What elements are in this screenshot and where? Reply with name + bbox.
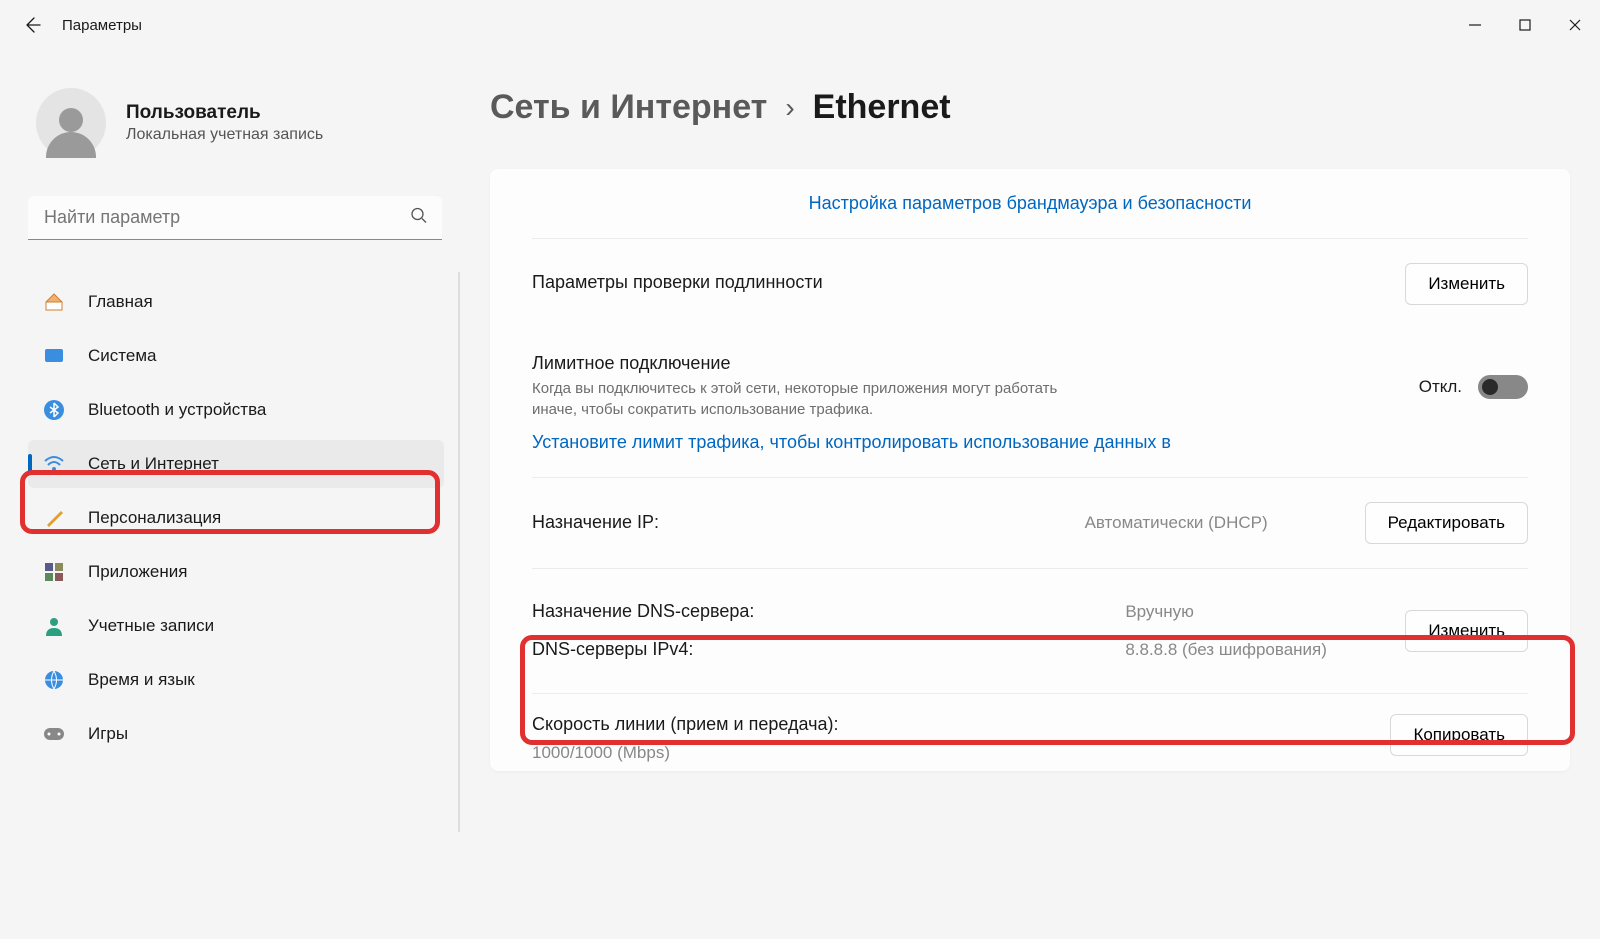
speed-value: 1000/1000 (Mbps) (532, 743, 1390, 763)
home-icon (42, 290, 66, 314)
breadcrumb-parent[interactable]: Сеть и Интернет (490, 88, 767, 127)
breadcrumb-current: Ethernet (813, 88, 951, 127)
nav-gaming[interactable]: Игры (28, 710, 444, 758)
system-icon (42, 344, 66, 368)
nav-label: Учетные записи (88, 616, 214, 636)
main-content: Сеть и Интернет › Ethernet Настройка пар… (460, 50, 1600, 939)
nav-label: Приложения (88, 562, 187, 582)
brush-icon (42, 506, 66, 530)
metered-title: Лимитное подключение (532, 353, 1399, 374)
back-button[interactable] (20, 13, 44, 37)
app-title: Параметры (62, 17, 142, 34)
nav-label: Главная (88, 292, 153, 312)
arrow-left-icon (22, 15, 42, 35)
avatar (36, 88, 106, 158)
metered-row: Лимитное подключение Когда вы подключите… (532, 329, 1528, 424)
search-icon (410, 207, 428, 230)
dns-value1: Вручную (1125, 593, 1385, 630)
minimize-icon (1468, 18, 1482, 32)
close-icon (1568, 18, 1582, 32)
ip-value: Автоматически (DHCP) (1085, 504, 1345, 541)
minimize-button[interactable] (1450, 0, 1500, 50)
dns-label1: Назначение DNS-сервера: (532, 593, 1105, 631)
nav-label: Время и язык (88, 670, 195, 690)
titlebar: Параметры (0, 0, 1600, 50)
auth-title: Параметры проверки подлинности (532, 272, 1385, 293)
search-box (28, 196, 442, 240)
dns-label2: DNS-серверы IPv4: (532, 631, 1105, 669)
person-icon (42, 614, 66, 638)
data-limit-link[interactable]: Установите лимит трафика, чтобы контроли… (532, 424, 1528, 477)
nav-label: Система (88, 346, 156, 366)
search-input[interactable] (28, 196, 442, 240)
nav-home[interactable]: Главная (28, 278, 444, 326)
nav-list: Главная Система Bluetooth и устройства С… (28, 272, 460, 832)
maximize-button[interactable] (1500, 0, 1550, 50)
nav-apps[interactable]: Приложения (28, 548, 444, 596)
dns-value2: 8.8.8.8 (без шифрования) (1125, 631, 1385, 668)
globe-icon (42, 668, 66, 692)
maximize-icon (1518, 18, 1532, 32)
speed-title: Скорость линии (прием и передача): (532, 714, 1390, 735)
dns-edit-button[interactable]: Изменить (1405, 610, 1528, 652)
toggle-thumb (1482, 379, 1498, 395)
wifi-icon (42, 452, 66, 476)
user-name: Пользователь (126, 102, 323, 124)
nav-label: Персонализация (88, 508, 221, 528)
gamepad-icon (42, 722, 66, 746)
nav-label: Сеть и Интернет (88, 454, 219, 474)
breadcrumb: Сеть и Интернет › Ethernet (490, 88, 1570, 127)
auth-row: Параметры проверки подлинности Изменить (532, 238, 1528, 329)
nav-network[interactable]: Сеть и Интернет (28, 440, 444, 488)
chevron-right-icon: › (785, 92, 794, 124)
nav-personalization[interactable]: Персонализация (28, 494, 444, 542)
toggle-label: Откл. (1419, 377, 1462, 397)
settings-panel: Настройка параметров брандмауэра и безоп… (490, 169, 1570, 771)
ip-label: Назначение IP: (532, 504, 1065, 542)
nav-bluetooth[interactable]: Bluetooth и устройства (28, 386, 444, 434)
dns-row: Назначение DNS-сервера: DNS-серверы IPv4… (532, 568, 1528, 693)
copy-button[interactable]: Копировать (1390, 714, 1528, 756)
user-block[interactable]: Пользователь Локальная учетная запись (28, 88, 460, 158)
bluetooth-icon (42, 398, 66, 422)
apps-icon (42, 560, 66, 584)
ip-edit-button[interactable]: Редактировать (1365, 502, 1528, 544)
firewall-link[interactable]: Настройка параметров брандмауэра и безоп… (532, 169, 1528, 238)
sidebar: Пользователь Локальная учетная запись Гл… (0, 50, 460, 939)
nav-label: Bluetooth и устройства (88, 400, 266, 420)
speed-row: Скорость линии (прием и передача): 1000/… (532, 693, 1528, 771)
user-subtitle: Локальная учетная запись (126, 126, 323, 144)
ip-row: Назначение IP: Автоматически (DHCP) Реда… (532, 477, 1528, 568)
nav-time-language[interactable]: Время и язык (28, 656, 444, 704)
nav-accounts[interactable]: Учетные записи (28, 602, 444, 650)
auth-edit-button[interactable]: Изменить (1405, 263, 1528, 305)
metered-desc: Когда вы подключитесь к этой сети, некот… (532, 378, 1102, 420)
nav-system[interactable]: Система (28, 332, 444, 380)
metered-toggle[interactable] (1478, 375, 1528, 399)
nav-label: Игры (88, 724, 128, 744)
close-button[interactable] (1550, 0, 1600, 50)
